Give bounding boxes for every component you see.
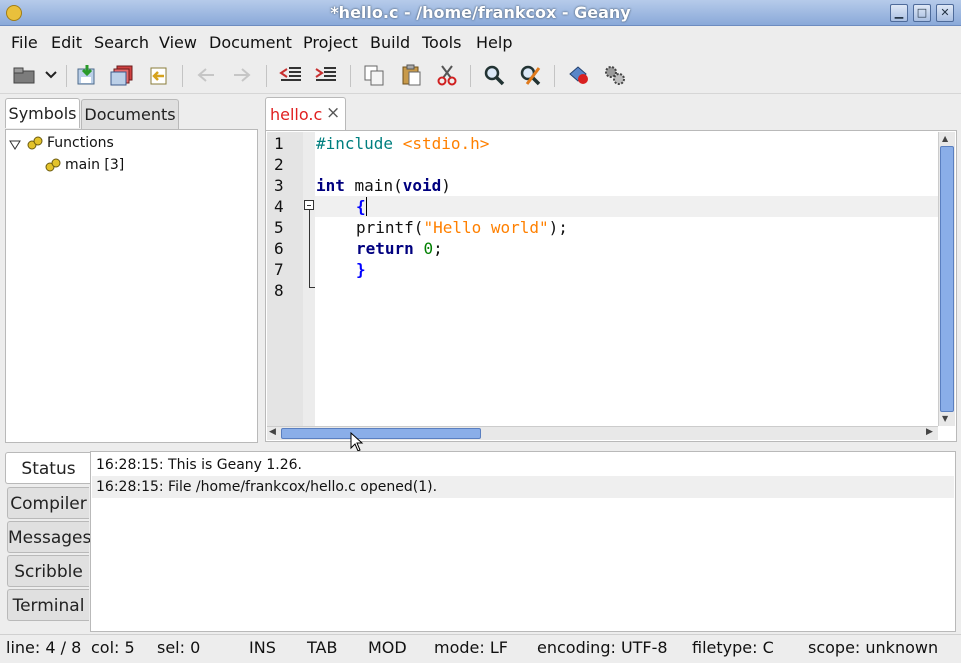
status-filetype: filetype: C [692,638,774,657]
dropdown-icon[interactable] [42,62,60,88]
function-icon [45,157,61,173]
build-icon[interactable] [601,62,629,88]
code-line-6: return 0; [356,239,443,258]
tab-documents[interactable]: Documents [81,99,179,129]
code-line-4: { [356,197,366,216]
fold-toggle-icon[interactable] [304,200,314,210]
status-sel: sel: 0 [157,638,201,657]
status-line: line: 4 / 8 [6,638,82,657]
menu-document[interactable]: Document [209,33,292,53]
symbols-panel [5,129,258,443]
line-number: 8 [274,281,284,300]
save-icon[interactable] [73,62,101,88]
menu-edit[interactable]: Edit [51,33,82,53]
menu-project[interactable]: Project [303,33,358,53]
tree-item-main[interactable]: main [3] [65,155,124,175]
cut-icon[interactable] [433,62,461,88]
toolbar-separator [350,65,351,87]
horizontal-scroll-thumb[interactable] [281,428,481,439]
vertical-scrollbar[interactable]: ▲ ▼ [938,132,955,426]
menu-build[interactable]: Build [370,33,410,53]
toolbar-separator [554,65,555,87]
text-cursor [366,197,367,216]
status-scope: scope: unknown [808,638,939,657]
function-group-icon [27,135,43,151]
unindent-icon[interactable] [277,62,305,88]
maximize-icon[interactable]: □ [913,4,931,22]
code-line-7: } [356,260,366,279]
tree-group-functions[interactable]: Functions [47,133,114,153]
close-tab-icon[interactable]: × [326,103,340,123]
find-icon[interactable] [480,62,508,88]
menu-search[interactable]: Search [94,33,149,53]
code-line-5: printf("Hello world"); [356,218,568,237]
status-tab: TAB [307,638,338,657]
scroll-left-icon[interactable]: ◀ [269,427,276,437]
vertical-scroll-thumb[interactable] [940,146,954,412]
line-number: 7 [274,260,284,279]
code-line-3: int main(void) [316,176,451,195]
code-line-1: #include <stdio.h> [316,134,490,153]
status-message[interactable]: 16:28:15: File /home/frankcox/hello.c op… [96,476,437,498]
menu-tools[interactable]: Tools [422,33,461,53]
status-message[interactable]: 16:28:15: This is Geany 1.26. [96,454,302,476]
status-mod: MOD [368,638,407,657]
scroll-down-icon[interactable]: ▼ [942,414,948,423]
current-line-highlight [315,196,938,217]
fold-line [309,210,310,288]
back-icon[interactable] [192,62,220,88]
tab-messages[interactable]: Messages [7,521,91,553]
revert-icon[interactable] [145,62,173,88]
line-number: 1 [274,134,284,153]
toolbar-separator [182,65,183,87]
menu-help[interactable]: Help [476,33,512,53]
status-mode: mode: LF [434,638,508,657]
fold-line-end [309,287,315,288]
status-ins: INS [249,638,276,657]
forward-icon[interactable] [228,62,256,88]
copy-icon[interactable] [360,62,388,88]
paste-icon[interactable] [397,62,425,88]
status-encoding: encoding: UTF-8 [537,638,668,657]
tab-terminal[interactable]: Terminal [7,589,89,621]
tab-status[interactable]: Status [5,452,91,484]
toolbar-separator [66,65,67,87]
status-col: col: 5 [91,638,135,657]
menu-bar: File Edit Search View Document Project B… [0,27,961,55]
minimize-icon[interactable]: ▁ [890,4,908,22]
tab-scribble[interactable]: Scribble [7,555,89,587]
toolbar-separator [266,65,267,87]
tab-hello-c[interactable]: hello.c × [265,97,346,130]
line-number: 2 [274,155,284,174]
menu-view[interactable]: View [159,33,197,53]
tab-symbols[interactable]: Symbols [5,98,80,128]
compile-icon[interactable] [565,62,593,88]
window-title: *hello.c - /home/frankcox - Geany [330,3,631,22]
line-number: 6 [274,239,284,258]
toolbar-separator [470,65,471,87]
menu-file[interactable]: File [11,33,38,53]
tab-compiler[interactable]: Compiler [7,487,89,519]
line-number: 5 [274,218,284,237]
line-number: 4 [274,197,284,216]
indent-icon[interactable] [312,62,340,88]
horizontal-scrollbar[interactable]: ◀ ▶ [267,426,938,440]
title-bar[interactable]: *hello.c - /home/frankcox - Geany ▁ □ ✕ [0,0,961,26]
expander-icon[interactable] [9,136,21,150]
open-icon[interactable] [10,62,38,88]
save-all-icon[interactable] [108,62,136,88]
scroll-up-icon[interactable]: ▲ [942,134,948,143]
close-window-icon[interactable]: ✕ [936,4,954,22]
line-number: 3 [274,176,284,195]
editor-tab-label: hello.c [270,105,323,124]
mouse-pointer-icon [350,431,364,452]
replace-icon[interactable] [516,62,544,88]
scroll-right-icon[interactable]: ▶ [926,427,933,437]
toolbar [0,56,961,94]
